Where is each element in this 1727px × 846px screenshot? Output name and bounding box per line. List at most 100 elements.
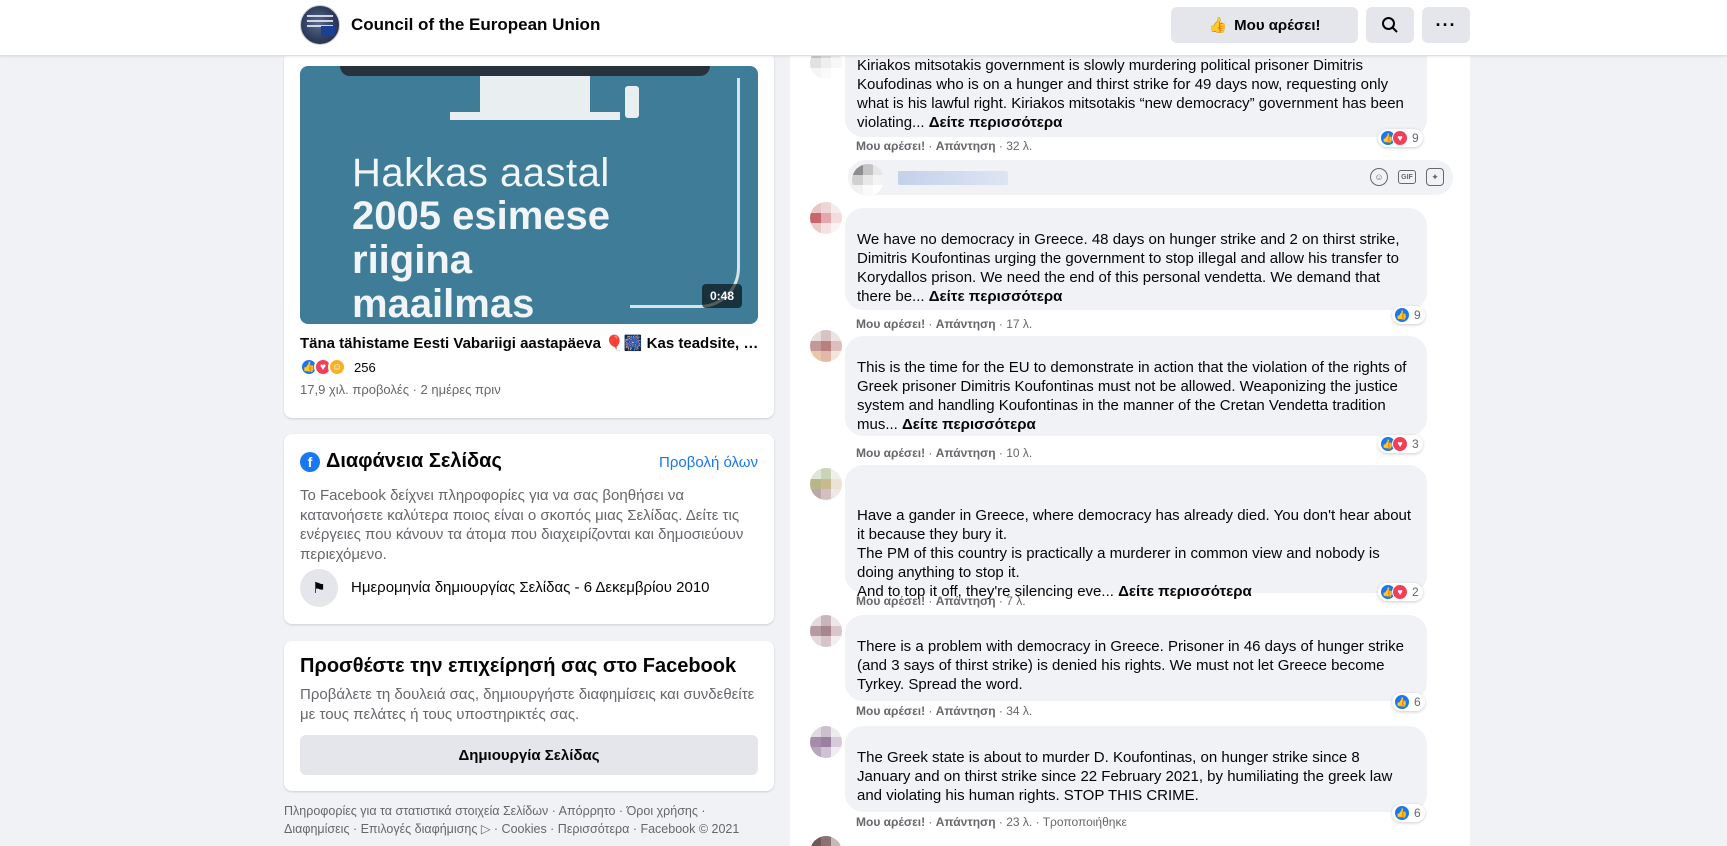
transparency-title-text: Διαφάνεια Σελίδας [326,450,502,472]
commenter-avatar[interactable] [810,202,842,234]
video-text-line: maailmas [352,282,535,324]
flag-icon: ⚑ [300,569,338,607]
commenter-avatar[interactable] [810,726,842,758]
haha-reaction-icon: ☺ [328,358,346,376]
comment-time[interactable]: 23 λ. [1006,815,1032,829]
page-transparency-card: f Διαφάνεια Σελίδας Προβολή όλων Το Face… [284,434,774,624]
video-title[interactable]: Täna tähistame Eesti Vabariigi aastapäev… [300,334,760,352]
comment-like-button[interactable]: Μου αρέσει! [856,704,925,718]
facebook-icon: f [300,451,320,472]
thumbs-up-icon: 👍 [1208,17,1228,34]
comment-bubble: There is a problem with democracy in Gre… [845,615,1427,701]
comment-actions: Μου αρέσει! · Απάντηση · 23 λ. · Τροποπο… [856,815,1127,829]
comment-like-button[interactable]: Μου αρέσει! [856,815,925,829]
comment-reactions[interactable]: 👍 6 [1392,804,1425,822]
comment-bubble: The Greek state is about to murder D. Ko… [845,726,1427,812]
sticker-icon[interactable]: ✦ [1426,168,1444,186]
reaction-count: 6 [1414,695,1421,709]
love-reaction-icon: ♥ [1392,130,1408,146]
footer-links[interactable]: Πληροφορίες για τα στατιστικά στοιχεία Σ… [284,802,784,838]
footer-line[interactable]: Διαφημίσεις · Επιλογές διαφήμισης ▷ · Co… [284,820,784,838]
comment-time[interactable]: 10 λ. [1006,446,1032,460]
add-business-card: Προσθέστε την επιχείρησή σας στο Faceboo… [284,641,774,791]
reaction-count: 6 [1414,806,1421,820]
comment-bubble: Have a gander in Greece, where democracy… [845,465,1427,600]
see-more-link[interactable]: Δείτε περισσότερα [929,114,1063,131]
reply-input[interactable]: ☺ GIF ✦ [848,160,1453,195]
page-creation-date: Ημερομηνία δημιουργίας Σελίδας - 6 Δεκεμ… [351,579,710,596]
video-text-line: 2005 esimese [352,194,611,238]
reaction-count: 9 [1414,308,1421,322]
comment-time[interactable]: 32 λ. [1006,139,1032,153]
reaction-count: 9 [1412,131,1419,145]
search-icon [1382,17,1398,33]
comment-time[interactable]: 7 λ. [1006,594,1025,608]
comment-reply-button[interactable]: Απάντηση [936,704,996,718]
like-page-label: Μου αρέσει! [1234,16,1321,34]
comment-reply-button[interactable]: Απάντηση [936,446,996,460]
commenter-avatar[interactable] [810,330,842,362]
comment-bubble: This is the time for the EU to demonstra… [845,336,1427,436]
reaction-count: 256 [354,359,376,375]
like-reaction-icon: 👍 [1394,805,1410,821]
video-text-line: riigina [352,238,473,282]
comment-like-button[interactable]: Μου αρέσει! [856,317,925,331]
comment-reactions[interactable]: 👍 ♥ 2 [1378,583,1423,601]
comment-text: There is a problem with democracy in Gre… [857,638,1404,693]
video-text-line: Hakkas aastal [352,151,610,195]
comment-actions: Μου αρέσει! · Απάντηση · 17 λ. [856,317,1033,331]
page-logo[interactable] [300,5,340,45]
comment-reactions[interactable]: 👍 ♥ 9 [1378,129,1423,147]
comment-edited-label[interactable]: Τροποποιήθηκε [1043,815,1127,829]
comment-time[interactable]: 34 λ. [1006,704,1032,718]
see-all-link[interactable]: Προβολή όλων [659,454,758,471]
comment-like-button[interactable]: Μου αρέσει! [856,139,925,153]
comment-time[interactable]: 17 λ. [1006,317,1032,331]
love-reaction-icon: ♥ [1392,584,1408,600]
business-description: Προβάλετε τη δουλειά σας, δημιουργήστε δ… [300,686,755,723]
love-reaction-icon: ♥ [1392,436,1408,452]
emoji-icon[interactable]: ☺ [1370,168,1388,186]
see-more-link[interactable]: Δείτε περισσότερα [902,416,1036,433]
comment-actions: Μου αρέσει! · Απάντηση · 7 λ. [856,594,1026,608]
commenter-avatar[interactable] [810,615,842,647]
comment-reactions[interactable]: 👍 6 [1392,693,1425,711]
like-reaction-icon: 👍 [1394,307,1410,323]
comment-actions: Μου αρέσει! · Απάντηση · 32 λ. [856,139,1033,153]
see-more-link[interactable]: Δείτε περισσότερα [1118,583,1252,600]
comment-like-button[interactable]: Μου αρέσει! [856,594,925,608]
comment-actions: Μου αρέσει! · Απάντηση · 10 λ. [856,446,1033,460]
video-duration: 0:48 [701,284,742,308]
see-more-link[interactable]: Δείτε περισσότερα [929,288,1063,305]
gif-icon[interactable]: GIF [1398,170,1416,184]
comment-bubble: We have no democracy in Greece. 48 days … [845,208,1427,310]
footer-line[interactable]: Πληροφορίες για τα στατιστικά στοιχεία Σ… [284,802,784,820]
transparency-title: f Διαφάνεια Σελίδας [300,450,502,473]
reaction-count: 2 [1412,585,1419,599]
video-thumbnail[interactable]: Hakkas aastal 2005 esimese riigina maail… [300,66,758,324]
page-title[interactable]: Council of the European Union [351,15,600,35]
comment-text: The Greek state is about to murder D. Ko… [857,749,1393,804]
like-page-button[interactable]: 👍 Μου αρέσει! [1171,7,1358,43]
comment-reply-button[interactable]: Απάντηση [936,139,996,153]
comment-actions: Μου αρέσει! · Απάντηση · 34 λ. [856,704,1033,718]
video-card: Hakkas aastal 2005 esimese riigina maail… [284,52,774,418]
comment-reply-button[interactable]: Απάντηση [936,815,996,829]
comment-like-button[interactable]: Μου αρέσει! [856,446,925,460]
search-button[interactable] [1366,7,1414,43]
comment-reactions[interactable]: 👍 ♥ 3 [1378,435,1423,453]
video-meta: 17,9 χιλ. προβολές · 2 ημέρες πριν [300,382,501,397]
comment-reply-button[interactable]: Απάντηση [936,594,996,608]
video-reactions[interactable]: 👍 ♥ ☺ 256 [300,358,376,376]
create-page-button[interactable]: Δημιουργία Σελίδας [300,735,758,775]
business-title: Προσθέστε την επιχείρησή σας στο Faceboo… [300,655,737,677]
commenter-avatar[interactable] [810,468,842,500]
reaction-count: 3 [1412,437,1419,451]
comment-reactions[interactable]: 👍 9 [1392,306,1425,324]
current-user-avatar [852,164,884,196]
transparency-description: Το Facebook δείχνει πληροφορίες για να σ… [300,487,744,563]
comment-reply-button[interactable]: Απάντηση [936,317,996,331]
more-options-button[interactable]: ··· [1422,7,1470,43]
more-icon: ··· [1435,14,1457,35]
top-bar: Council of the European Union 👍 Μου αρέσ… [0,0,1727,56]
